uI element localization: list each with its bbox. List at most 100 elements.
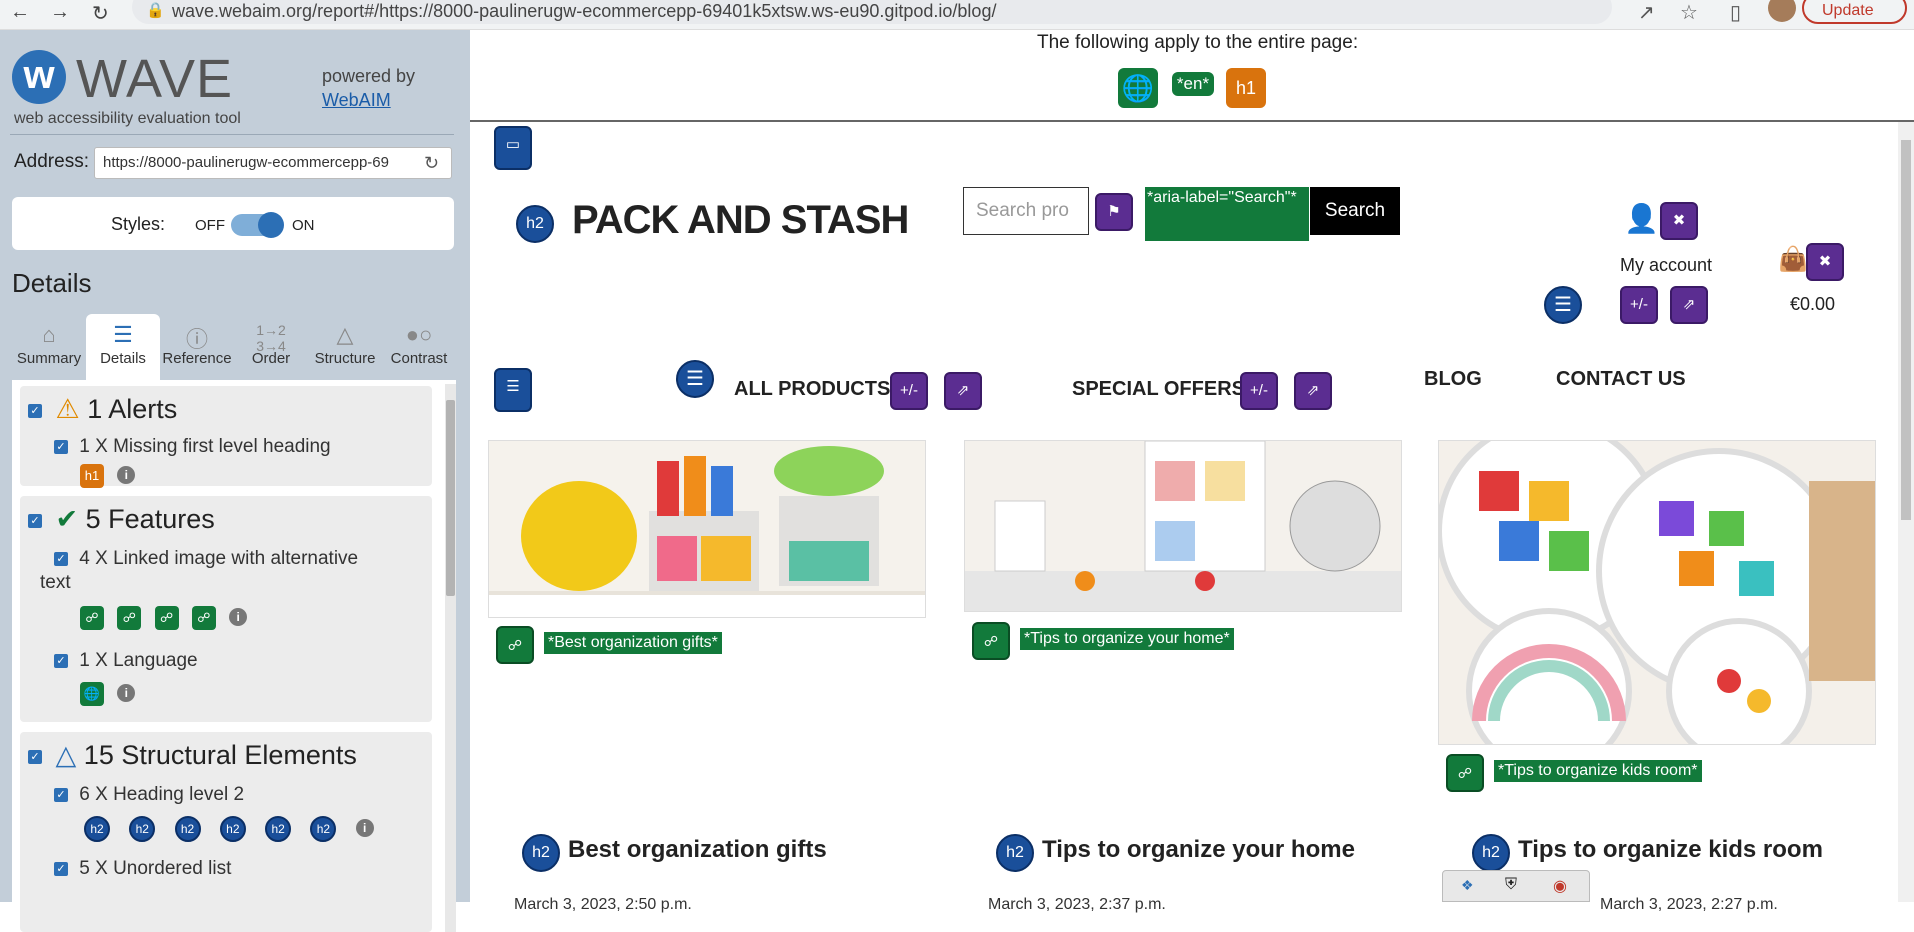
list-icon[interactable]: ☰ bbox=[676, 360, 714, 398]
dropdown-aria-icon[interactable]: ⇗ bbox=[1294, 372, 1332, 410]
language-globe-icon[interactable]: 🌐 bbox=[1118, 68, 1158, 108]
linked-image-icon[interactable]: ☍ bbox=[972, 622, 1010, 660]
features-checkbox[interactable]: ✓ bbox=[28, 513, 42, 528]
toggle-badge[interactable]: +/- bbox=[1620, 286, 1658, 324]
linked-image-icon[interactable]: ☍ bbox=[154, 606, 179, 630]
nav-contact[interactable]: CONTACT US bbox=[1556, 368, 1686, 391]
app-tray-icon[interactable]: ◉ bbox=[1553, 876, 1567, 896]
post-image-gifts[interactable] bbox=[488, 440, 926, 618]
heading-h2-icon[interactable]: h2 bbox=[174, 816, 201, 842]
user-icon[interactable]: 👤 bbox=[1624, 202, 1659, 235]
dropdown-aria-icon[interactable]: ⇗ bbox=[944, 372, 982, 410]
heading-h2-icon[interactable]: h2 bbox=[996, 834, 1034, 872]
page-scrollbar[interactable] bbox=[1898, 122, 1914, 902]
linked-image-icon[interactable]: ☍ bbox=[496, 626, 534, 664]
styles-on-label: ON bbox=[292, 217, 315, 234]
alerts-heading: ✓ ⚠ 1 Alerts bbox=[28, 394, 177, 425]
heading-h2-icon[interactable]: h2 bbox=[522, 834, 560, 872]
bookmark-star-icon[interactable]: ☆ bbox=[1680, 0, 1698, 25]
scroll-thumb[interactable] bbox=[446, 400, 455, 596]
cart-total[interactable]: €0.00 bbox=[1790, 294, 1835, 315]
tab-structure[interactable]: △ Structure bbox=[308, 314, 382, 380]
tab-details[interactable]: ☰ Details bbox=[86, 314, 160, 380]
profile-avatar[interactable] bbox=[1768, 0, 1796, 22]
linked-image-icon[interactable]: ☍ bbox=[1446, 754, 1484, 792]
header-region-icon[interactable]: ▭ bbox=[494, 126, 532, 170]
heading-h2-icon[interactable]: h2 bbox=[84, 816, 110, 842]
divider bbox=[470, 120, 1914, 122]
heading-h2-icon[interactable]: h2 bbox=[1472, 834, 1510, 872]
dropdown-aria-icon[interactable]: ⇗ bbox=[1670, 286, 1708, 324]
tab-summary[interactable]: ⌂ Summary bbox=[12, 314, 86, 380]
heading-h2-icon[interactable]: h2 bbox=[265, 816, 292, 842]
search-input[interactable]: Search pro bbox=[963, 187, 1089, 235]
tab-order[interactable]: 1→2 3→4 Order bbox=[234, 314, 308, 380]
post-image-kids[interactable] bbox=[1438, 440, 1876, 745]
linked-image-icon[interactable]: ☍ bbox=[191, 606, 216, 630]
alerts-title: 1 Alerts bbox=[87, 394, 178, 424]
alert-item-checkbox[interactable]: ✓ bbox=[54, 439, 68, 454]
sidepanel-icon[interactable]: ▯ bbox=[1730, 0, 1741, 25]
refresh-icon[interactable]: ↻ bbox=[424, 153, 439, 174]
panel-scrollbar[interactable] bbox=[445, 384, 456, 932]
playroom-illustration bbox=[965, 441, 1401, 611]
missing-h1-alert-icon[interactable]: h1 bbox=[1226, 68, 1266, 108]
aria-label-tag-icon[interactable]: ⚑ bbox=[1095, 193, 1133, 231]
structure-checkbox[interactable]: ✓ bbox=[28, 749, 42, 764]
reload-icon[interactable]: ↻ bbox=[92, 1, 109, 26]
wave-logo-icon: w bbox=[12, 50, 66, 104]
error-close-icon[interactable]: ✖ bbox=[1806, 243, 1844, 281]
nav-special-offers[interactable]: SPECIAL OFFERS bbox=[1072, 378, 1245, 401]
url-text[interactable]: wave.webaim.org/report#/https://8000-pau… bbox=[172, 1, 996, 22]
share-icon[interactable]: ↗ bbox=[1638, 0, 1655, 25]
nav-region-icon[interactable]: ☰ bbox=[494, 368, 532, 412]
missing-h1-alert-icon[interactable]: h1 bbox=[80, 464, 104, 488]
info-icon[interactable]: i bbox=[117, 465, 136, 484]
toggle-badge[interactable]: +/- bbox=[1240, 372, 1278, 410]
alert-badges: h1 i bbox=[80, 464, 136, 488]
nav-blog[interactable]: BLOG bbox=[1424, 368, 1482, 391]
linked-image-icon[interactable]: ☍ bbox=[117, 606, 142, 630]
post-title[interactable]: Best organization gifts bbox=[568, 836, 827, 864]
site-title[interactable]: PACK AND STASH bbox=[572, 198, 909, 243]
webaim-link[interactable]: WebAIM bbox=[322, 90, 391, 111]
heading-h2-icon[interactable]: h2 bbox=[219, 816, 246, 842]
heading-h2-icon[interactable]: h2 bbox=[310, 816, 337, 842]
scroll-thumb[interactable] bbox=[1901, 140, 1911, 520]
nav-all-products[interactable]: ALL PRODUCTS bbox=[734, 378, 890, 401]
address-input[interactable]: https://8000-paulinerugw-ecommercepp-69 bbox=[94, 147, 452, 179]
toggle-badge[interactable]: +/- bbox=[890, 372, 928, 410]
structure-item-checkbox[interactable]: ✓ bbox=[54, 861, 68, 876]
structure-item-checkbox[interactable]: ✓ bbox=[54, 787, 68, 802]
heading-h2-icon[interactable]: h2 bbox=[516, 205, 554, 243]
shopping-bag-icon[interactable]: 👜 bbox=[1778, 245, 1808, 274]
structure-item: ✓ 5 X Unordered list bbox=[54, 858, 231, 880]
styles-toggle[interactable] bbox=[231, 212, 284, 238]
alerts-checkbox[interactable]: ✓ bbox=[28, 403, 42, 418]
heading-h2-icon[interactable]: h2 bbox=[129, 816, 156, 842]
list-icon[interactable]: ☰ bbox=[1544, 286, 1582, 324]
info-icon[interactable]: i bbox=[229, 607, 248, 626]
features-heading: ✓ ✔ 5 Features bbox=[28, 504, 215, 535]
back-icon[interactable]: ← bbox=[10, 1, 30, 24]
tab-contrast[interactable]: ●○ Contrast bbox=[382, 314, 456, 380]
panel-tabs: ⌂ Summary ☰ Details ⓘ Reference 1→2 3→4 O… bbox=[12, 314, 456, 380]
globe-icon[interactable]: 🌐 bbox=[80, 682, 104, 706]
feature-item-checkbox[interactable]: ✓ bbox=[54, 551, 68, 566]
post-title[interactable]: Tips to organize kids room bbox=[1518, 836, 1823, 864]
post-image-home[interactable] bbox=[964, 440, 1402, 612]
bluetooth-icon[interactable]: ❖ bbox=[1461, 877, 1474, 894]
linked-image-icon[interactable]: ☍ bbox=[80, 606, 104, 630]
shield-icon[interactable]: ⛨ bbox=[1505, 876, 1517, 894]
info-icon[interactable]: i bbox=[117, 683, 136, 702]
tab-reference[interactable]: ⓘ Reference bbox=[160, 314, 234, 380]
error-close-icon[interactable]: ✖ bbox=[1660, 202, 1698, 240]
forward-icon[interactable]: → bbox=[50, 1, 70, 24]
feature-item-checkbox[interactable]: ✓ bbox=[54, 653, 68, 668]
my-account-link[interactable]: My account bbox=[1620, 255, 1712, 276]
search-button[interactable]: Search bbox=[1310, 187, 1400, 235]
update-button[interactable]: Update bbox=[1802, 0, 1907, 24]
info-icon[interactable]: i bbox=[355, 818, 374, 837]
alerts-category: ✓ ⚠ 1 Alerts ✓ 1 X Missing first level h… bbox=[20, 386, 432, 488]
post-title[interactable]: Tips to organize your home bbox=[1042, 836, 1355, 864]
